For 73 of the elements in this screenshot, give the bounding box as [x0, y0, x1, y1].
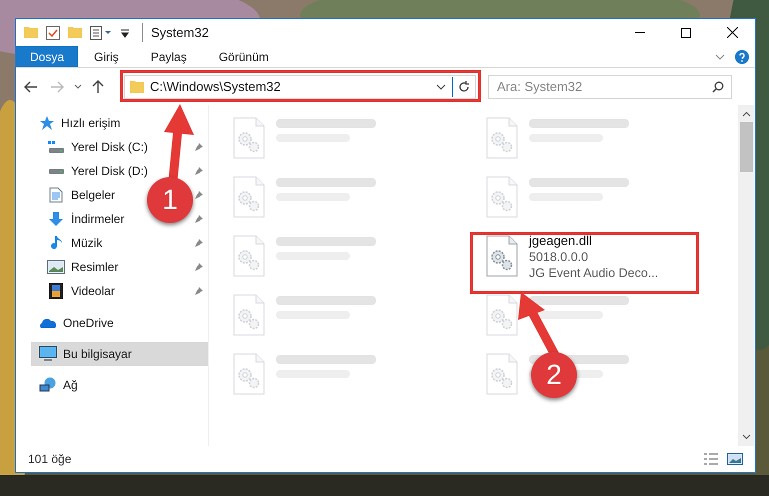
up-arrow-icon[interactable] [92, 80, 104, 94]
recent-caret-icon[interactable] [74, 84, 82, 89]
download-arrow-icon [48, 211, 64, 227]
customize-caret-icon[interactable] [120, 28, 130, 38]
folder-icon [130, 80, 144, 92]
dll-file-icon [485, 235, 519, 277]
star-icon [39, 116, 55, 130]
expand-ribbon-icon[interactable] [715, 54, 725, 60]
large-icons-view-icon[interactable] [727, 453, 743, 465]
sidebar-item[interactable]: Yerel Disk (C:) [31, 135, 148, 159]
sidebar-item[interactable]: Belgeler [31, 183, 116, 207]
dll-file-icon [485, 294, 519, 336]
scrollbar[interactable] [738, 105, 755, 446]
sidebar-item[interactable]: Bu bilgisayar [31, 342, 208, 366]
address-bar[interactable]: C:\Windows\System32 [124, 74, 476, 98]
sidebar-item[interactable]: Hızlı erişim [31, 111, 208, 135]
search-field[interactable]: Ara: System32 [488, 74, 732, 98]
picture-icon [47, 260, 65, 274]
pin-icon[interactable] [194, 166, 204, 176]
drive-icon [48, 168, 64, 174]
details-view-icon[interactable] [703, 453, 719, 465]
dll-file-icon [232, 353, 266, 395]
scroll-down-icon[interactable] [742, 434, 751, 440]
pin-icon[interactable] [194, 214, 204, 224]
sidebar-item[interactable]: Videolar [31, 279, 115, 303]
address-path: C:\Windows\System32 [150, 78, 281, 96]
view-icon[interactable] [90, 26, 112, 40]
dll-file-icon [232, 294, 266, 336]
dll-file-icon [232, 176, 266, 218]
minimize-icon [635, 32, 645, 33]
ribbon-tab[interactable]: Görünüm [202, 46, 285, 67]
ribbon-tab[interactable]: Giriş [78, 46, 135, 67]
pin-icon[interactable] [194, 190, 204, 200]
file-item[interactable]: jgeagen.dll 5018.0.0.0 JG Event Audio Deco... [529, 233, 658, 281]
pin-icon[interactable] [194, 238, 204, 248]
sidebar-item[interactable]: Yerel Disk (D:) [31, 159, 148, 183]
music-note-icon [50, 235, 62, 251]
refresh-icon[interactable] [458, 80, 470, 92]
ribbon-tab[interactable]: Dosya [16, 46, 78, 67]
maximize-icon [681, 28, 691, 38]
sidebar-item[interactable]: Resimler [31, 255, 118, 279]
dll-file-icon [485, 117, 519, 159]
network-icon [39, 377, 57, 393]
dll-file-icon [485, 176, 519, 218]
file-detail: 5018.0.0.0 [529, 249, 590, 265]
dll-file-icon [232, 235, 266, 277]
item-count: 101 öğe [28, 451, 72, 468]
pin-icon[interactable] [194, 286, 204, 296]
sidebar-item[interactable]: Ağ [31, 373, 208, 397]
dll-file-icon [485, 353, 519, 395]
sidebar-item[interactable]: Müzik [31, 231, 102, 255]
computer-icon [39, 346, 57, 362]
close-icon [726, 27, 738, 38]
back-arrow-icon[interactable] [24, 80, 38, 92]
dropdown-caret-icon[interactable] [436, 84, 446, 90]
document-icon [49, 187, 63, 203]
file-detail: JG Event Audio Deco... [529, 265, 658, 281]
help-icon[interactable] [735, 50, 749, 64]
scroll-up-icon[interactable] [742, 111, 751, 117]
cloud-icon [39, 317, 57, 329]
window-title: System32 [142, 22, 209, 42]
pin-icon[interactable] [194, 262, 204, 272]
dll-file-icon [232, 117, 266, 159]
search-icon[interactable] [712, 80, 724, 92]
drive-icon [48, 141, 64, 153]
sidebar-item[interactable]: OneDrive [31, 311, 208, 335]
ribbon-tab[interactable]: Paylaş [134, 46, 203, 67]
pin-icon[interactable] [194, 142, 204, 152]
scroll-thumb[interactable] [740, 122, 753, 172]
properties-icon[interactable] [46, 26, 60, 40]
film-icon [49, 283, 63, 299]
sidebar-item[interactable]: İndirmeler [31, 207, 124, 231]
file-name: jgeagen.dll [529, 233, 593, 249]
